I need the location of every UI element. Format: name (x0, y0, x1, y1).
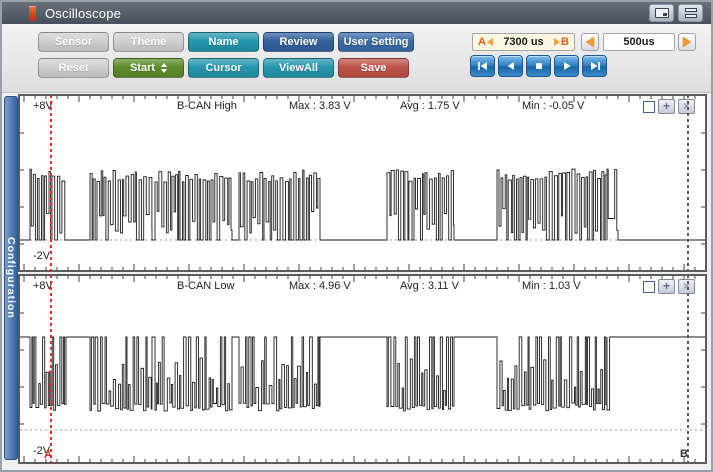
skip-end-icon (587, 59, 603, 73)
stop-button[interactable] (526, 55, 551, 77)
channel-panel-bcan-low: +8V B-CAN Low Max : 4.96 V Avg : 3.11 V … (18, 274, 707, 464)
timebase-increase-button[interactable] (678, 33, 696, 51)
cursor-ab-time-field[interactable]: A 7300 us B (472, 33, 575, 51)
arrow-left-icon (586, 37, 594, 47)
channel-checkbox[interactable] (643, 281, 655, 293)
theme-button[interactable]: Theme (113, 32, 184, 52)
cursor-b-field-label: B (561, 36, 569, 48)
review-button[interactable]: Review (263, 32, 334, 52)
playback-bar (470, 55, 607, 77)
scale-bottom-label: -2V (33, 250, 50, 262)
name-button[interactable]: Name (188, 32, 259, 52)
skip-start-icon (475, 59, 491, 73)
step-back-button[interactable] (498, 55, 523, 77)
sensor-button[interactable]: Sensor (38, 32, 109, 52)
cursor-b-label: B (680, 448, 688, 460)
oscilloscope-window: Oscilloscope Sensor Theme Name Review Us… (0, 0, 713, 472)
titlebar: Oscilloscope (2, 2, 711, 24)
avg-value-label: Avg : 3.11 V (400, 280, 459, 292)
avg-value-label: Avg : 1.75 V (400, 100, 460, 112)
channel-name: B-CAN High (177, 100, 237, 112)
stacked-panels-icon (685, 8, 697, 18)
timebase-field[interactable]: 500us (603, 33, 675, 51)
channel-checkbox[interactable] (643, 101, 655, 113)
stop-icon (531, 59, 547, 73)
add-channel-button[interactable]: + (658, 99, 675, 114)
skip-to-end-button[interactable] (582, 55, 607, 77)
configuration-tab[interactable]: Configuration (4, 96, 18, 460)
app-icon (29, 6, 36, 21)
max-value-label: Max : 3.83 V (289, 100, 351, 112)
triangle-right-icon (554, 38, 560, 46)
cursor-button[interactable]: Cursor (188, 58, 259, 78)
cursor-a-field-label: A (478, 36, 486, 48)
skip-to-start-button[interactable] (470, 55, 495, 77)
min-value-label: Min : -0.05 V (522, 100, 584, 112)
viewall-button[interactable]: ViewAll (263, 58, 334, 78)
channel-panel-bcan-high: +8V B-CAN High Max : 3.83 V Avg : 1.75 V… (18, 94, 707, 272)
start-button[interactable]: Start (113, 58, 184, 78)
channel-name: B-CAN Low (177, 280, 234, 292)
titlebar-window-button[interactable] (649, 4, 674, 22)
waveform-bcan-low (20, 276, 705, 462)
max-value-label: Max : 4.96 V (289, 280, 351, 292)
add-channel-button[interactable]: + (658, 279, 675, 294)
reset-button[interactable]: Reset (38, 58, 109, 78)
cursor-a-line[interactable] (50, 95, 52, 462)
step-forward-button[interactable] (554, 55, 579, 77)
timebase-decrease-button[interactable] (581, 33, 599, 51)
ab-time-value: 7300 us (493, 36, 554, 48)
arrow-right-icon (683, 37, 691, 47)
toolbar: Sensor Theme Name Review User Setting Re… (2, 24, 711, 93)
save-button[interactable]: Save (338, 58, 409, 78)
configuration-tab-label: Configuration (5, 237, 17, 319)
user-setting-button[interactable]: User Setting (338, 32, 414, 52)
spinner-arrows-icon (161, 63, 167, 73)
window-icon (655, 8, 669, 18)
waveform-bcan-high (20, 96, 705, 270)
cursor-b-line[interactable] (687, 95, 689, 462)
start-button-label: Start (130, 59, 155, 78)
titlebar-layout-button[interactable] (678, 4, 703, 22)
window-title: Oscilloscope (45, 6, 121, 21)
play-left-icon (503, 59, 519, 73)
min-value-label: Min : 1.03 V (522, 280, 581, 292)
play-right-icon (559, 59, 575, 73)
cursor-a-label: A (44, 449, 52, 461)
